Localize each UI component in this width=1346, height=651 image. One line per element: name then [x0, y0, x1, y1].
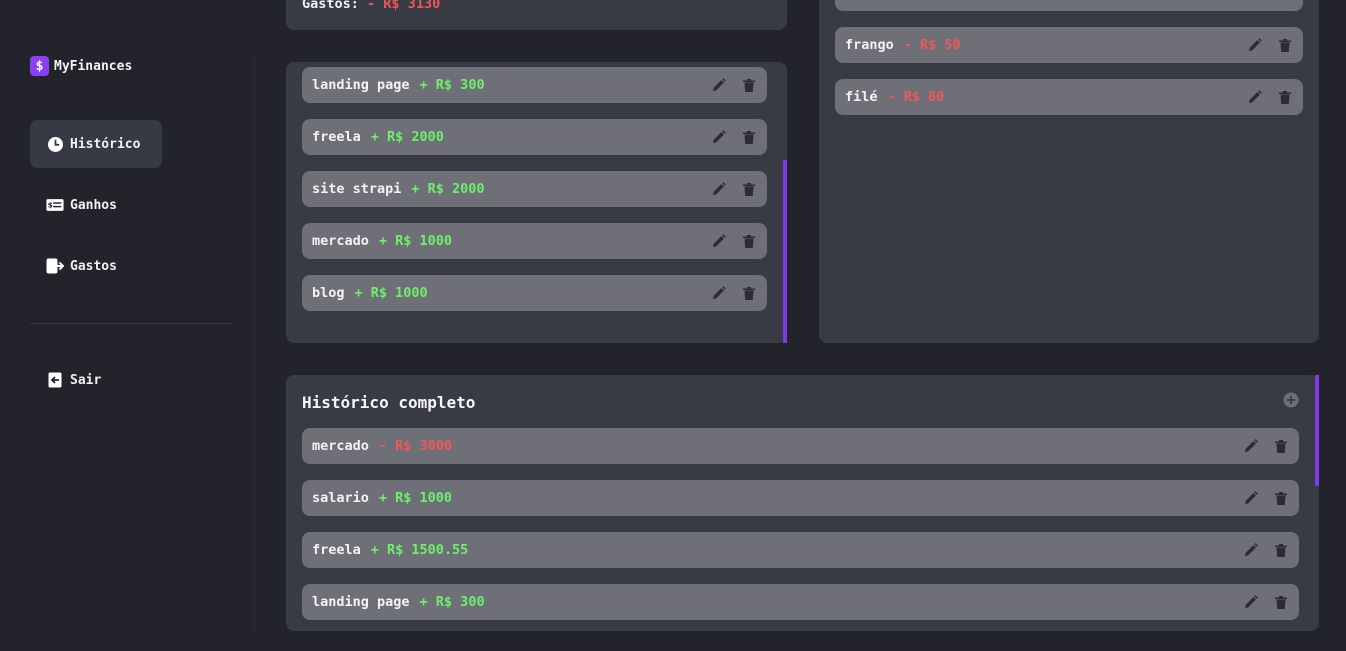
scrollbar-thumb[interactable] [1315, 375, 1319, 486]
nav-label: Sair [70, 372, 102, 388]
nav-label: Ganhos [70, 197, 117, 213]
list-item: freela + R$ 2000 [302, 119, 767, 155]
trash-icon[interactable] [741, 233, 757, 249]
logout-icon [46, 371, 64, 389]
trash-icon[interactable] [741, 285, 757, 301]
list-item-partial [835, 0, 1303, 11]
edit-icon[interactable] [711, 181, 727, 197]
trash-icon[interactable] [741, 77, 757, 93]
edit-icon[interactable] [711, 77, 727, 93]
edit-icon[interactable] [1243, 490, 1259, 506]
trash-icon[interactable] [1277, 37, 1293, 53]
nav-label: Gastos [70, 258, 117, 274]
history-icon [46, 135, 64, 153]
nav-label: Histórico [70, 136, 141, 152]
gastos-total: Gastos: - R$ 3130 [302, 0, 441, 12]
edit-icon[interactable] [1243, 438, 1259, 454]
historico-title: Histórico completo [302, 393, 476, 412]
list-item: freela + R$ 1500.55 [302, 532, 1299, 568]
dollar-logo-icon: $ [30, 56, 49, 76]
list-item: site strapi + R$ 2000 [302, 171, 767, 207]
brand-name: MyFinances [54, 58, 133, 74]
edit-icon[interactable] [711, 233, 727, 249]
list-item: filé - R$ 80 [835, 79, 1303, 115]
trash-icon[interactable] [1273, 438, 1289, 454]
list-item: landing page + R$ 300 [302, 67, 767, 103]
list-item: blog + R$ 1000 [302, 275, 767, 311]
trash-icon[interactable] [1273, 542, 1289, 558]
nav-item-ganhos[interactable]: $ Ganhos [30, 181, 162, 229]
edit-icon[interactable] [711, 129, 727, 145]
exit-icon [46, 257, 64, 275]
svg-text:$: $ [48, 201, 53, 210]
nav-divider [30, 323, 232, 324]
nav-item-historico[interactable]: Histórico [30, 120, 162, 168]
list-item: frango - R$ 50 [835, 27, 1303, 63]
add-circle-icon[interactable] [1283, 392, 1299, 408]
edit-icon[interactable] [711, 285, 727, 301]
trash-icon[interactable] [741, 181, 757, 197]
trash-icon[interactable] [1273, 594, 1289, 610]
scrollbar-thumb[interactable] [783, 160, 787, 343]
nav-item-gastos[interactable]: Gastos [30, 242, 162, 290]
trash-icon[interactable] [1273, 490, 1289, 506]
nav-item-sair[interactable]: Sair [30, 356, 162, 404]
edit-icon[interactable] [1247, 89, 1263, 105]
edit-icon[interactable] [1243, 594, 1259, 610]
list-item: salario + R$ 1000 [302, 480, 1299, 516]
list-item: landing page + R$ 300 [302, 584, 1299, 620]
sidebar-separator [254, 55, 255, 631]
sidebar: $ MyFinances Histórico $ Ganhos Gastos S… [0, 0, 255, 651]
edit-icon[interactable] [1247, 37, 1263, 53]
edit-icon[interactable] [1243, 542, 1259, 558]
money-icon: $ [46, 196, 64, 214]
trash-icon[interactable] [1277, 89, 1293, 105]
list-item: mercado + R$ 1000 [302, 223, 767, 259]
trash-icon[interactable] [741, 129, 757, 145]
brand[interactable]: $ MyFinances [30, 56, 132, 76]
list-item: mercado - R$ 3000 [302, 428, 1299, 464]
